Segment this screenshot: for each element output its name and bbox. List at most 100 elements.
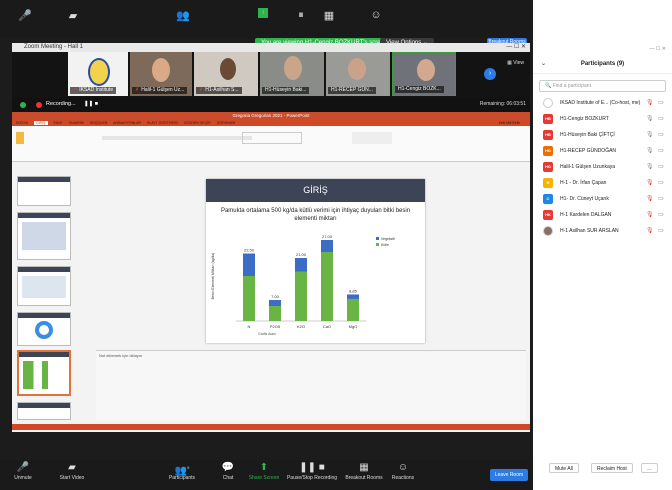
- ppt-tab[interactable]: ANİMASYONLAR: [113, 121, 141, 125]
- video-icon[interactable]: ▰: [62, 4, 84, 26]
- reactions-button[interactable]: ☺ Reactions: [388, 460, 418, 481]
- window-controls[interactable]: — ☐ ✕: [506, 43, 526, 52]
- video-tile[interactable]: H1-RECEP GÜN...: [326, 52, 390, 96]
- tile-name: H1-Cengiz BOZK...: [395, 86, 444, 93]
- participant-row[interactable]: IKSAD Institute of E... (Co-host, me) 🎙 ▭: [533, 96, 672, 112]
- mic-icon[interactable]: 🎙: [646, 147, 654, 154]
- font-controls[interactable]: [102, 136, 252, 140]
- participants-button[interactable]: 👥9 Participants: [160, 460, 204, 481]
- mic-icon[interactable]: 🎙: [646, 131, 654, 138]
- record-icon[interactable]: ⏸: [290, 4, 312, 26]
- slide-thumbnail-selected[interactable]: [17, 350, 71, 396]
- participant-search-input[interactable]: 🔍 Find a participant: [539, 80, 666, 92]
- share-screen-button[interactable]: ⬆ Share Screen: [246, 460, 282, 481]
- ppt-tab[interactable]: GEÇİŞLER: [90, 121, 108, 125]
- microphone-icon[interactable]: 🎤: [14, 4, 36, 26]
- iksad-logo: [88, 58, 110, 86]
- mic-icon[interactable]: 🎙: [646, 163, 654, 170]
- participant-row[interactable]: H-1 Asilhan SUR ARSLAN 🎙 ▭: [533, 224, 672, 240]
- leave-room-button[interactable]: Leave Room: [490, 469, 528, 481]
- unmute-button[interactable]: 🎤 Unmute: [8, 460, 38, 481]
- participant-row[interactable]: HB H1-Cengiz BOZKURT 🎙 ▭: [533, 112, 672, 128]
- slide-canvas[interactable]: GİRİŞ Pamukta ortalama 500 kg/da kütlü v…: [206, 179, 425, 343]
- participant-row[interactable]: C H1- Dr. Cüneyt Uçarık 🎙 ▭: [533, 192, 672, 208]
- participant-avatar: C: [543, 194, 553, 204]
- start-video-button[interactable]: ▰ Start Video: [55, 460, 89, 481]
- legend-swatch: [376, 237, 379, 240]
- camera-icon[interactable]: ▭: [658, 227, 664, 234]
- bar-segment: [243, 276, 255, 321]
- participant-name: H-1 Kardelen DALGAN: [560, 212, 612, 218]
- participant-row[interactable]: HB H1-Hüseyin Baki ÇİFTÇİ 🎙 ▭: [533, 128, 672, 144]
- slide-thumbnail[interactable]: [17, 312, 71, 346]
- participant-row[interactable]: HK H-1 Kardelen DALGAN 🎙 ▭: [533, 208, 672, 224]
- camera-icon[interactable]: ▭: [658, 179, 664, 186]
- video-tile[interactable]: ✗ IKSAD Institute: [68, 52, 128, 96]
- video-tile[interactable]: H1-Cengiz BOZK...: [392, 52, 456, 96]
- chart-tooltip: Grafik Alanı: [258, 332, 276, 336]
- breakout-rooms-icon[interactable]: ▦: [318, 4, 340, 26]
- reclaim-host-button[interactable]: Reclaim Host: [591, 463, 633, 473]
- pause-stop-recording-button[interactable]: ❚❚ ■ Pause/Stop Recording: [284, 460, 340, 481]
- pause-recording-icon[interactable]: ❚❚ ■: [84, 101, 98, 107]
- slide-thumbnail[interactable]: [17, 402, 71, 420]
- ppt-user: Zeki Mili Birlik: [498, 121, 520, 125]
- ppt-tab[interactable]: GÖZDEN GEÇİR: [184, 121, 211, 125]
- participant-name: H-1 Asilhan SUR ARSLAN: [560, 228, 619, 234]
- notes-pane[interactable]: Not eklemek için tıklayın: [96, 350, 526, 420]
- video-tile[interactable]: ✗ H1-Asilhan S...: [194, 52, 258, 96]
- participant-row[interactable]: H H-1 - Dr. İrfan Çapan 🎙 ▭: [533, 176, 672, 192]
- data-label: 22,50: [244, 248, 255, 253]
- mic-muted-icon[interactable]: 🎙: [646, 211, 654, 218]
- mic-muted-icon[interactable]: 🎙: [646, 227, 654, 234]
- person-avatar: [284, 56, 302, 80]
- participant-row[interactable]: HG Halil-1 Gülşen Uzunkaya 🎙 ▭: [533, 160, 672, 176]
- arrange-icon[interactable]: [352, 132, 392, 144]
- ppt-tab[interactable]: GİRİŞ: [33, 121, 48, 125]
- mic-muted-icon[interactable]: 🎙: [646, 179, 654, 186]
- panel-window-controls[interactable]: — ☐ ✕: [650, 46, 666, 52]
- ppt-tab[interactable]: TASARIM: [68, 121, 83, 125]
- participant-row[interactable]: HG H1-RECEP GÜNDOĞAN 🎙 ▭: [533, 144, 672, 160]
- camera-icon[interactable]: ▭: [658, 99, 664, 106]
- breakout-rooms-icon: ▦: [359, 462, 369, 473]
- mic-icon[interactable]: 🎙: [646, 115, 654, 122]
- participant-name: H1-Cengiz BOZKURT: [560, 116, 609, 122]
- camera-icon[interactable]: ▭: [658, 115, 664, 122]
- reactions-icon[interactable]: ☺: [365, 4, 387, 26]
- ppt-tab[interactable]: GÖRÜNÜM: [217, 121, 235, 125]
- video-tile[interactable]: H1-Hüseyin Baki...: [260, 52, 324, 96]
- person-avatar: [348, 58, 366, 80]
- participant-name: H1- Dr. Cüneyt Uçarık: [560, 196, 609, 202]
- view-button[interactable]: ▦ View: [507, 60, 524, 66]
- camera-icon[interactable]: ▭: [658, 131, 664, 138]
- ppt-tab[interactable]: DOSYA: [16, 121, 28, 125]
- mute-all-button[interactable]: Mute All: [549, 463, 579, 473]
- camera-icon[interactable]: ▭: [658, 163, 664, 170]
- breakout-rooms-button[interactable]: ▦ Breakout Rooms: [342, 460, 386, 481]
- shapes-gallery[interactable]: [242, 132, 302, 144]
- participants-icon: 👥9: [174, 465, 190, 477]
- bar-chart[interactable]: Besin Elementi Miktarı (kg/da) 22,50 N 7,00…: [206, 223, 425, 343]
- paste-icon[interactable]: [16, 132, 24, 144]
- chat-button[interactable]: 💬 Chat: [218, 460, 238, 481]
- ppt-tab[interactable]: SLAYT GÖSTERİSİ: [147, 121, 178, 125]
- x-tick-label: CaO: [323, 324, 331, 329]
- video-tile[interactable]: ✗ Halil-1 Gülşen Uz...: [130, 52, 192, 96]
- slide-thumbnail[interactable]: [17, 176, 71, 206]
- more-button[interactable]: …: [641, 463, 658, 473]
- participants-icon[interactable]: 👥: [172, 4, 194, 26]
- mic-muted-icon[interactable]: 🎙: [646, 195, 654, 202]
- ppt-tab[interactable]: EKLE: [54, 121, 63, 125]
- camera-icon[interactable]: ▭: [658, 195, 664, 202]
- participant-avatar: HB: [543, 114, 553, 124]
- collapse-icon[interactable]: ⌄: [541, 54, 546, 74]
- mic-muted-icon[interactable]: 🎙: [646, 99, 654, 106]
- camera-icon[interactable]: ▭: [658, 211, 664, 218]
- camera-icon[interactable]: ▭: [658, 147, 664, 154]
- share-screen-icon[interactable]: ↑: [258, 8, 268, 18]
- participant-avatar: HG: [543, 162, 553, 172]
- slide-thumbnail[interactable]: [17, 212, 71, 260]
- slide-thumbnail[interactable]: [17, 266, 71, 306]
- next-page-icon[interactable]: ›: [484, 68, 496, 80]
